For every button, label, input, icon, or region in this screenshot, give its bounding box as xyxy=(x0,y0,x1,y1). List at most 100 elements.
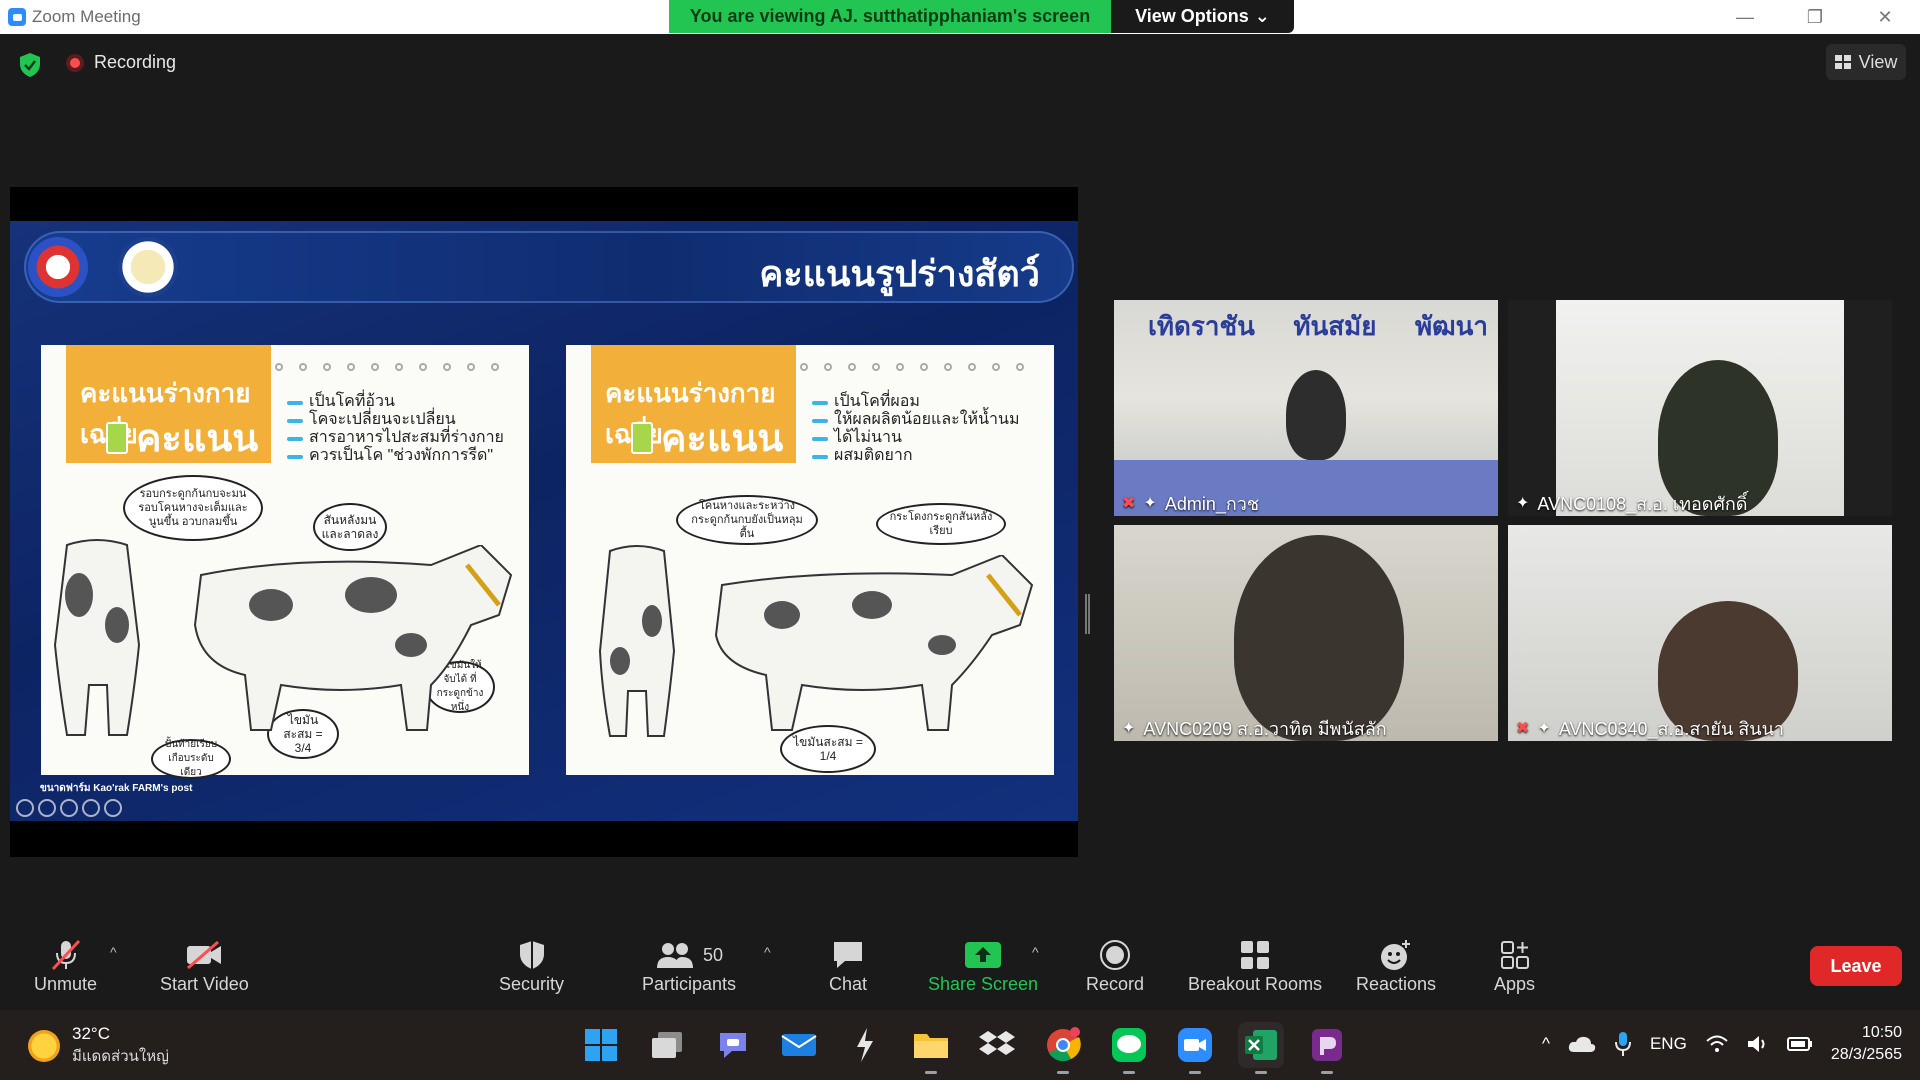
notebook-rings xyxy=(776,363,1024,371)
wifi-icon[interactable] xyxy=(1705,1034,1729,1054)
pen-icon[interactable] xyxy=(38,799,56,817)
video-tile[interactable]: ✦ AVNC0209 ส.อ.วาทิต มีพนัสลัก xyxy=(1114,525,1498,741)
breakout-rooms-button[interactable]: Breakout Rooms xyxy=(1188,936,1322,995)
slides-icon[interactable] xyxy=(60,799,78,817)
video-off-icon xyxy=(184,936,224,974)
weather-description: มีแดดส่วนใหญ่ xyxy=(72,1048,169,1065)
more-icon[interactable] xyxy=(82,799,100,817)
pin-icon: ✦ xyxy=(1122,720,1136,737)
microphone-icon[interactable] xyxy=(1614,1031,1632,1057)
callout-bubble: โคนหางและระหว่าง กระดูกก้นกบยังเป็นหลุมต… xyxy=(676,495,818,545)
file-explorer-icon[interactable] xyxy=(908,1022,954,1074)
battery-icon[interactable] xyxy=(1786,1036,1813,1052)
shared-screen[interactable]: คะแนนรูปร่างสัตว์ คะแนนร่างกายเฉลี่ย คะแ… xyxy=(10,187,1078,857)
meeting-topbar: Recording View xyxy=(0,34,1920,94)
leave-button[interactable]: Leave xyxy=(1810,946,1902,986)
record-icon xyxy=(1099,936,1131,974)
unmute-button[interactable]: Unmute xyxy=(34,936,97,995)
start-video-button[interactable]: Start Video xyxy=(160,936,249,995)
unmute-label: Unmute xyxy=(34,974,98,994)
clock-time: 10:50 xyxy=(1861,1024,1902,1041)
minimize-button[interactable]: — xyxy=(1710,0,1780,34)
callout-bubble: ปั้นท้ายเรียบ เกือบระดับเดียว xyxy=(151,739,231,779)
task-view-icon[interactable] xyxy=(644,1022,690,1068)
share-options-caret-icon[interactable]: ^ xyxy=(1032,944,1039,960)
meeting-toolbar: Unmute ^ Start Video Security 50 Partici… xyxy=(0,924,1920,1010)
bullet-item: เป็นโคที่ผอม xyxy=(812,393,1020,411)
shield-icon xyxy=(517,936,547,974)
grid-view-icon xyxy=(1834,55,1851,69)
bullet-item: โคจะเปลี่ยนจะเปลี่ยน xyxy=(287,411,504,429)
teams-chat-icon[interactable] xyxy=(710,1022,756,1068)
language-indicator[interactable]: ENG xyxy=(1650,1034,1687,1054)
next-slide-icon[interactable] xyxy=(104,799,122,817)
participants-options-caret-icon[interactable]: ^ xyxy=(764,944,771,960)
line-app-icon[interactable] xyxy=(1106,1022,1152,1074)
participants-icon: 50 xyxy=(655,936,723,974)
excel-icon[interactable] xyxy=(1238,1022,1284,1074)
restore-button[interactable]: ❐ xyxy=(1780,0,1850,34)
chat-label: Chat xyxy=(829,974,868,994)
chat-button[interactable]: Chat xyxy=(829,936,867,995)
participants-button[interactable]: 50 Participants xyxy=(642,936,736,995)
clock[interactable]: 10:50 28/3/2565 xyxy=(1831,1022,1902,1066)
pin-icon: ✦ xyxy=(1537,720,1551,737)
reactions-icon xyxy=(1379,936,1413,974)
view-button[interactable]: View xyxy=(1826,44,1906,80)
chrome-icon[interactable] xyxy=(1040,1022,1086,1074)
recording-dot-icon xyxy=(66,53,84,72)
score-box: คะแนนร่างกายเฉลี่ย คะแนน xyxy=(66,345,271,463)
close-button[interactable]: ✕ xyxy=(1850,0,1920,34)
speaker-icon[interactable] xyxy=(1747,1034,1769,1054)
chevron-down-icon: ⌄ xyxy=(1254,6,1270,26)
institution-logo-icon xyxy=(28,237,88,297)
view-options-button[interactable]: View Options ⌄ xyxy=(1111,0,1294,33)
share-screen-button[interactable]: Share Screen xyxy=(928,936,1038,995)
app-launcher-icon[interactable] xyxy=(842,1022,888,1068)
participant-name-tag: ✖ ✦ Admin_กวช xyxy=(1122,490,1259,516)
callout-bubble: สันหลังมน และลาดลง xyxy=(313,503,387,551)
previous-slide-icon[interactable] xyxy=(16,799,34,817)
encryption-shield-icon[interactable] xyxy=(18,52,42,78)
apps-button[interactable]: Apps xyxy=(1494,936,1535,995)
weather-widget[interactable]: 32°C มีแดดส่วนใหญ่ xyxy=(28,1024,169,1068)
zoom-logo-icon xyxy=(8,8,26,26)
reactions-button[interactable]: Reactions xyxy=(1356,936,1436,995)
video-tile[interactable]: ✦ AVNC0108_ส.อ. เทอดศักดิ์ xyxy=(1508,300,1892,516)
onedrive-cloud-icon[interactable] xyxy=(1568,1035,1596,1053)
pin-icon: ✦ xyxy=(1516,495,1530,512)
view-options-label: View Options xyxy=(1135,6,1249,26)
record-button[interactable]: Record xyxy=(1086,936,1144,995)
participant-name: Admin_กวช xyxy=(1164,493,1260,514)
clock-date: 28/3/2565 xyxy=(1830,1046,1902,1063)
window-titlebar: Zoom Meeting You are viewing AJ. sutthat… xyxy=(0,0,1920,34)
start-video-label: Start Video xyxy=(160,974,249,994)
slide-title: คะแนนรูปร่างสัตว์ xyxy=(759,253,1040,294)
callout-bubble: รอบกระดูกก้นกบจะมน รอบโคนหางจะเต็มและนูน… xyxy=(123,475,263,541)
notebook-rings xyxy=(251,363,499,371)
sun-weather-icon xyxy=(28,1030,60,1062)
video-tile[interactable]: ✖ ✦ AVNC0340_ส.อ.สายัน สินนา xyxy=(1508,525,1892,741)
security-button[interactable]: Security xyxy=(499,936,564,995)
participant-name-tag: ✦ AVNC0108_ส.อ. เทอดศักดิ์ xyxy=(1516,490,1747,516)
cow-side-illustration xyxy=(714,555,1034,731)
taskbar-apps xyxy=(578,1022,1350,1074)
os-taskbar: 32°C มีแดดส่วนใหญ่ ^ ENG 10:50 28/3/2565 xyxy=(0,1010,1920,1080)
video-tile[interactable]: เทิดราชัน ทันสมัย พัฒนา ✖ ✦ Admin_กวช xyxy=(1114,300,1498,516)
windows-start-icon[interactable] xyxy=(578,1022,624,1068)
pin-icon: ✦ xyxy=(1143,495,1157,512)
panel-resize-handle[interactable] xyxy=(1085,594,1090,634)
audio-options-caret-icon[interactable]: ^ xyxy=(110,944,117,960)
zoom-app-icon[interactable] xyxy=(1172,1022,1218,1074)
bullet-item: เป็นโคที่อ้วน xyxy=(287,393,504,411)
view-label: View xyxy=(1858,51,1898,72)
pdf-app-icon[interactable] xyxy=(1304,1022,1350,1074)
dropbox-icon[interactable] xyxy=(974,1022,1020,1068)
participant-name-tag: ✖ ✦ AVNC0340_ส.อ.สายัน สินนา xyxy=(1516,715,1784,741)
recording-indicator[interactable]: Recording xyxy=(66,52,176,73)
recording-label: Recording xyxy=(94,52,177,72)
mail-icon[interactable] xyxy=(776,1022,822,1068)
participant-person xyxy=(1234,535,1404,741)
share-screen-icon xyxy=(964,936,1002,974)
tray-overflow-chevron-icon[interactable]: ^ xyxy=(1542,1034,1550,1054)
